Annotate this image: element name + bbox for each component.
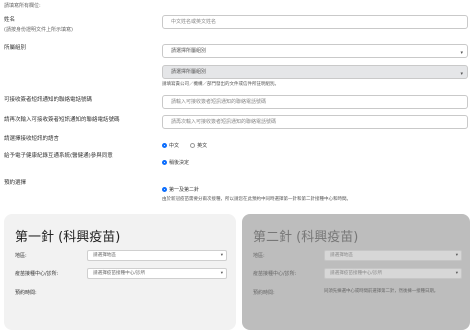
dose2-district-label: 地區:: [253, 253, 265, 259]
dose2-centre-select[interactable]: 請選擇疫苗接種中心/診所 ▾: [324, 268, 462, 279]
dose2-panel: 第二針 (科興疫苗) 地區: 請選擇地區 ▾ 疫苗接種中心/診所: 請選擇疫苗接…: [242, 214, 470, 330]
radio-checked-icon: [162, 143, 167, 148]
dose2-title: 第二針 (科興疫苗): [253, 230, 359, 245]
dose1-time-label: 預約時間:: [15, 290, 37, 296]
name-input[interactable]: 中文姓名或英文姓名: [162, 15, 468, 29]
chevron-down-icon: ▾: [460, 71, 463, 77]
chevron-down-icon: ▾: [455, 271, 458, 276]
ehealth-option[interactable]: 稍後決定: [162, 152, 189, 171]
phone-label: 可接收簽者短訊通知的聯絡電話號碼: [4, 97, 93, 103]
dose1-centre-select[interactable]: 請選擇疫苗接種中心/診所 ▾: [87, 268, 227, 279]
dose2-district-value: 請選擇地區: [330, 253, 353, 258]
dose2-centre-label: 疫苗接種中心/診所:: [253, 271, 297, 277]
dose1-title: 第一針 (科興疫苗): [15, 230, 121, 245]
chevron-down-icon: ▾: [460, 50, 463, 56]
schedule-note: 由於新冠疫苗需要分兩次接種，所以請您在此預約中同時選擇第一針和第二針接種中心和時…: [162, 197, 351, 202]
district-select-value: 請選擇所屬組別: [171, 48, 207, 54]
dose1-centre-label: 疫苗接種中心/診所:: [15, 271, 59, 277]
chevron-down-icon: ▾: [455, 253, 458, 258]
dose2-time-note: 同須先揀選中心或時間前選擇第二針，然後揀一接種日期。: [324, 289, 439, 294]
ehealth-label: 給予電子健康紀錄互通系統(醫健通)參與同意: [4, 153, 113, 159]
phone-confirm-input[interactable]: 請再次輸入可接收簽者短訊通知的聯絡電話號碼: [162, 115, 468, 129]
sub-district-select[interactable]: 請選擇所屬組別 ▾: [162, 65, 468, 79]
sms-language-label: 請選擇接收短訊的語言: [4, 136, 60, 142]
dose1-panel: 第一針 (科興疫苗) 地區: 請選擇地區 ▾ 疫苗接種中心/診所: 請選擇疫苗接…: [4, 214, 236, 330]
sub-district-select-value: 請選擇所屬組別: [171, 69, 207, 75]
phone-input[interactable]: 請輸入可接收簽者短訊通知的聯絡電話號碼: [162, 95, 468, 109]
dose2-time-label: 預約時間:: [253, 290, 275, 296]
name-hint: (請按身份證明文件上所示填寫): [4, 27, 73, 33]
district-label: 所屬組別: [4, 45, 27, 51]
radio-checked-icon: [162, 160, 167, 165]
name-placeholder: 中文姓名或英文姓名: [171, 19, 217, 25]
radio-unchecked-icon: [190, 143, 196, 148]
dose1-district-value: 請選擇地區: [93, 253, 116, 258]
sub-district-note: 請填寫貴公司／機構／部門發出的文件或信件所註明組別。: [162, 82, 279, 87]
sms-language-option-english[interactable]: 英文: [190, 135, 207, 154]
chevron-down-icon: ▾: [220, 253, 223, 258]
schedule-label: 預約選擇: [4, 180, 27, 186]
radio-checked-icon: [162, 187, 167, 192]
phone-confirm-placeholder: 請再次輸入可接收簽者短訊通知的聯絡電話號碼: [171, 119, 277, 125]
dose1-district-label: 地區:: [15, 253, 27, 259]
phone-confirm-label: 請再次輸入可接收簽者短訊通知的聯絡電話號碼: [4, 117, 120, 123]
dose2-centre-value: 請選擇疫苗接種中心/診所: [330, 271, 383, 276]
dose1-district-select[interactable]: 請選擇地區 ▾: [87, 250, 227, 261]
name-label: 姓名: [4, 17, 16, 23]
district-select[interactable]: 請選擇所屬組別 ▾: [162, 44, 468, 58]
chevron-down-icon: ▾: [220, 271, 223, 276]
phone-placeholder: 請輸入可接收簽者短訊通知的聯絡電話號碼: [171, 99, 267, 105]
form-instruction: 請填寫所有欄位:: [4, 3, 41, 9]
dose1-centre-value: 請選擇疫苗接種中心/診所: [93, 271, 146, 276]
dose2-district-select[interactable]: 請選擇地區 ▾: [324, 250, 462, 261]
